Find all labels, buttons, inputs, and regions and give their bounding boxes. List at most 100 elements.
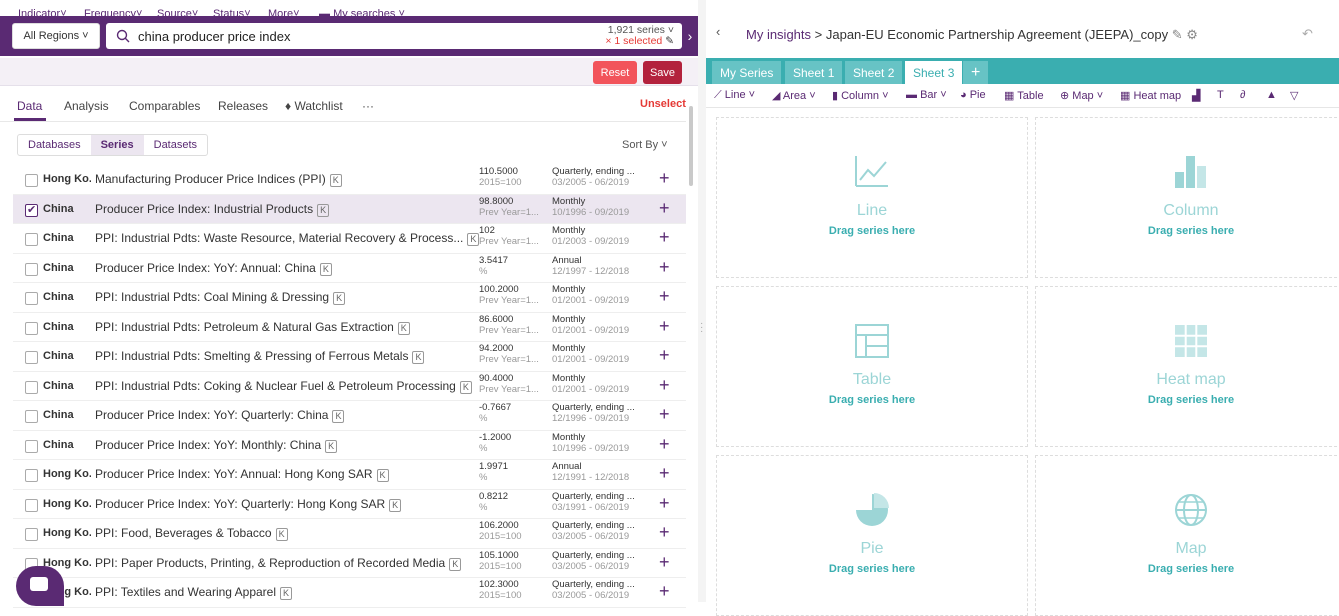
table-button[interactable]: ▦ Table bbox=[1004, 89, 1044, 102]
reset-button[interactable]: Reset bbox=[593, 61, 637, 84]
drop-zone[interactable]: Heat map Drag series here bbox=[1035, 286, 1339, 447]
attachment-icon[interactable]: ∂ bbox=[1240, 89, 1245, 101]
row-checkbox[interactable] bbox=[25, 174, 38, 187]
panel-divider[interactable] bbox=[698, 0, 706, 602]
k-badge[interactable]: K bbox=[397, 321, 410, 335]
add-series-icon[interactable]: + bbox=[659, 375, 670, 396]
table-row[interactable]: Hong Ko... Producer Price Index: YoY: Qua… bbox=[13, 490, 686, 519]
k-badge[interactable]: K bbox=[449, 557, 462, 571]
row-series-name[interactable]: Producer Price Index: Industrial Product… bbox=[95, 202, 330, 217]
k-badge[interactable]: K bbox=[319, 262, 332, 276]
datasets-toggle[interactable]: Datasets bbox=[144, 135, 207, 155]
tab-sheet-3[interactable]: Sheet 3 bbox=[905, 61, 963, 84]
add-series-icon[interactable]: + bbox=[659, 463, 670, 484]
row-checkbox[interactable] bbox=[25, 528, 38, 541]
table-row[interactable]: China PPI: Industrial Pdts: Petroleum & N… bbox=[13, 313, 686, 342]
add-series-icon[interactable]: + bbox=[659, 286, 670, 307]
pie-chart-button[interactable]: ◕ Pie bbox=[960, 89, 986, 101]
k-badge[interactable]: K bbox=[332, 410, 345, 423]
row-series-name[interactable]: Producer Price Index: YoY: Monthly: Chin… bbox=[95, 438, 338, 453]
row-series-name[interactable]: PPI: Industrial Pdts: Petroleum & Natura… bbox=[95, 320, 410, 335]
gear-icon[interactable]: ⚙ bbox=[1186, 27, 1198, 42]
result-count[interactable]: 1,921 series ˅ × 1 selected ✎ bbox=[605, 25, 674, 47]
drag-handle-icon[interactable]: · · · bbox=[700, 319, 703, 337]
tab-data[interactable]: Data bbox=[17, 99, 42, 113]
add-series-icon[interactable]: + bbox=[659, 168, 670, 189]
save-button[interactable]: Save bbox=[643, 61, 682, 84]
row-series-name[interactable]: PPI: Industrial Pdts: Waste Resource, Ma… bbox=[95, 231, 480, 246]
row-checkbox[interactable] bbox=[25, 498, 38, 512]
row-checkbox[interactable] bbox=[25, 351, 38, 364]
text-icon[interactable]: T bbox=[1217, 89, 1224, 101]
table-row[interactable]: China Producer Price Index: YoY: Monthly:… bbox=[13, 431, 686, 460]
add-series-icon[interactable]: + bbox=[659, 198, 670, 219]
row-series-name[interactable]: Producer Price Index: YoY: Quarterly: Ch… bbox=[95, 408, 345, 423]
row-checkbox[interactable] bbox=[25, 233, 38, 246]
filter-icon[interactable]: ▽ bbox=[1290, 89, 1298, 102]
row-checkbox[interactable] bbox=[25, 410, 38, 423]
frequency-filter[interactable]: Frequency ˅ bbox=[84, 0, 142, 28]
table-row[interactable]: Hong Ko...PPI: Textiles and Wearing Appa… bbox=[13, 578, 686, 608]
more-tabs-icon[interactable]: ··· bbox=[362, 99, 374, 113]
row-series-name[interactable]: Producer Price Index: YoY: Annual: Hong … bbox=[95, 467, 389, 482]
k-badge[interactable]: K bbox=[376, 469, 389, 482]
add-series-icon[interactable]: + bbox=[659, 316, 670, 337]
source-filter[interactable]: Source ˅ bbox=[157, 0, 198, 28]
add-series-icon[interactable]: + bbox=[659, 522, 670, 543]
row-series-name[interactable]: Manufacturing Producer Price Indices (PP… bbox=[95, 172, 342, 187]
add-series-icon[interactable]: + bbox=[659, 434, 670, 455]
indicator-filter[interactable]: Indicator ˅ bbox=[18, 0, 67, 28]
tab-comparables[interactable]: Comparables bbox=[129, 99, 200, 113]
add-series-icon[interactable]: + bbox=[659, 493, 670, 514]
row-series-name[interactable]: PPI: Textiles and Wearing Apparel K bbox=[95, 585, 293, 600]
add-series-icon[interactable]: + bbox=[659, 257, 670, 278]
add-sheet-icon[interactable]: + bbox=[963, 61, 989, 84]
drop-zone[interactable]: Map Drag series here bbox=[1035, 455, 1339, 616]
drop-zone[interactable]: Line Drag series here bbox=[716, 117, 1028, 278]
table-row[interactable]: China PPI: Industrial Pdts: Coal Mining &… bbox=[13, 283, 686, 313]
drop-zone[interactable]: Column Drag series here bbox=[1035, 117, 1339, 278]
add-series-icon[interactable]: + bbox=[659, 581, 670, 602]
k-badge[interactable]: K bbox=[412, 351, 425, 364]
tab-releases[interactable]: Releases bbox=[218, 99, 268, 113]
status-filter[interactable]: Status ˅ bbox=[213, 0, 251, 28]
image-icon[interactable]: ▲ bbox=[1266, 89, 1277, 101]
pencil-icon[interactable]: ✎ bbox=[1172, 27, 1183, 42]
unselect-button[interactable]: Unselect bbox=[640, 98, 686, 110]
line-chart-button[interactable]: ⟋ Line ˅ bbox=[714, 89, 755, 102]
row-series-name[interactable]: PPI: Industrial Pdts: Coal Mining & Dres… bbox=[95, 290, 346, 305]
add-series-icon[interactable]: + bbox=[659, 227, 670, 248]
tab-sheet-2[interactable]: Sheet 2 bbox=[845, 61, 903, 84]
map-button[interactable]: ⊕ Map ˅ bbox=[1060, 89, 1103, 102]
k-badge[interactable]: K bbox=[333, 292, 346, 305]
bar-chart-button[interactable]: ▬ Bar ˅ bbox=[906, 89, 947, 101]
add-series-icon[interactable]: + bbox=[659, 345, 670, 366]
add-series-icon[interactable]: + bbox=[659, 404, 670, 425]
k-badge[interactable]: K bbox=[275, 528, 288, 541]
k-badge[interactable]: K bbox=[325, 439, 338, 453]
row-checkbox[interactable] bbox=[25, 469, 38, 482]
area-chart-button[interactable]: ◢ Area ˅ bbox=[772, 89, 816, 102]
row-checkbox[interactable] bbox=[25, 292, 38, 305]
k-badge[interactable]: K bbox=[280, 587, 293, 600]
row-checkbox[interactable] bbox=[25, 262, 38, 276]
table-row[interactable]: China PPI: Industrial Pdts: Smelting & Pr… bbox=[13, 342, 686, 372]
histogram-icon[interactable]: ▟ bbox=[1192, 89, 1200, 102]
row-checkbox[interactable] bbox=[25, 439, 38, 453]
more-filter[interactable]: More ˅ bbox=[268, 0, 300, 28]
table-row[interactable]: Hong Ko... Manufacturing Producer Price I… bbox=[13, 165, 686, 195]
table-row[interactable]: Hong Ko... Producer Price Index: YoY: Ann… bbox=[13, 460, 686, 490]
my-searches-filter[interactable]: ▬ My searches ˅ bbox=[319, 0, 405, 28]
column-chart-button[interactable]: ▮ Column ˅ bbox=[832, 89, 889, 102]
row-series-name[interactable]: PPI: Industrial Pdts: Coking & Nuclear F… bbox=[95, 379, 472, 394]
k-badge[interactable]: K bbox=[467, 233, 480, 246]
breadcrumb-root[interactable]: My insights bbox=[746, 27, 811, 42]
databases-toggle[interactable]: Databases bbox=[18, 135, 91, 155]
scrollbar-thumb[interactable] bbox=[689, 106, 693, 186]
row-series-name[interactable]: PPI: Industrial Pdts: Smelting & Pressin… bbox=[95, 349, 425, 364]
table-row[interactable]: Hong Ko...PPI: Paper Products, Printing,… bbox=[13, 549, 686, 578]
table-row[interactable]: China Producer Price Index: YoY: Annual: … bbox=[13, 254, 686, 283]
table-row[interactable]: China PPI: Industrial Pdts: Waste Resourc… bbox=[13, 224, 686, 254]
heat-map-button[interactable]: ▦ Heat map bbox=[1120, 89, 1181, 102]
sort-by-dropdown[interactable]: Sort By ˅ bbox=[622, 139, 668, 151]
